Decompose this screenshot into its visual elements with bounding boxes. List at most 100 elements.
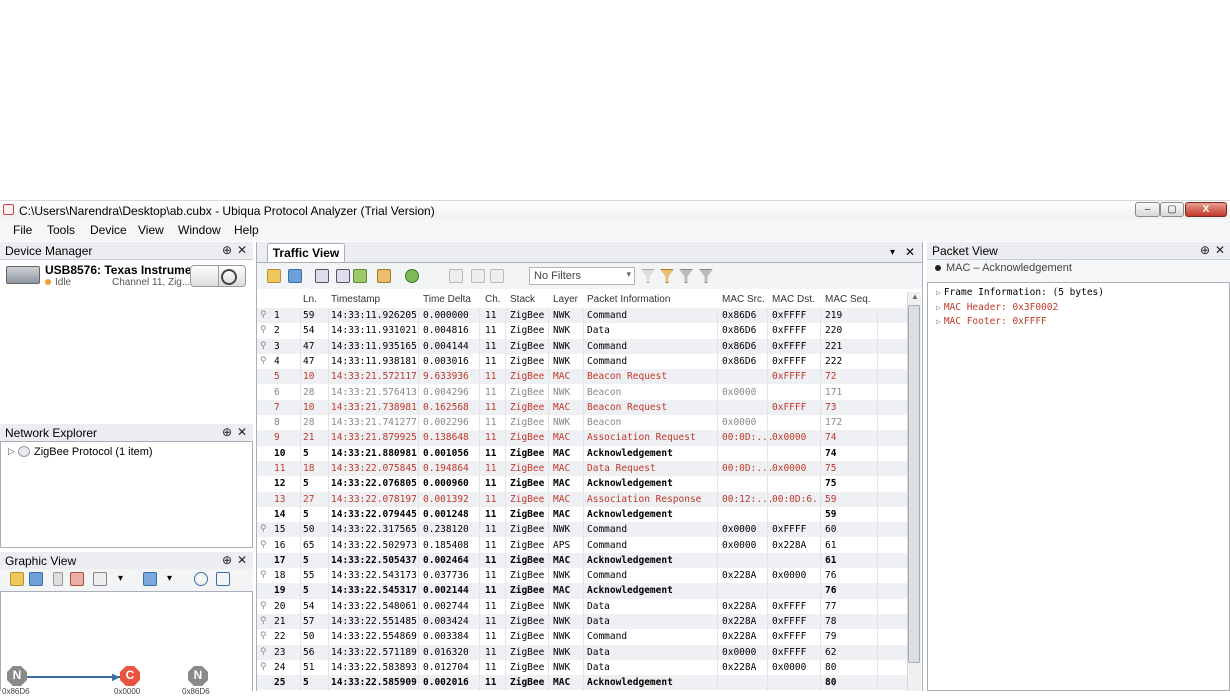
table-row[interactable]: 6 28 14:33:21.576413 0.004296 11 ZigBee NWK Bea… — [257, 385, 907, 400]
table-row[interactable]: 9 21 14:33:21.879925 0.138648 11 ZigBee MAC Ass… — [257, 430, 907, 446]
table-row[interactable]: ⚲ 23 56 14:33:22.571189 0.016320 11 ZigBee NWK D… — [257, 644, 907, 660]
packets-icon[interactable] — [353, 269, 367, 283]
menu-help[interactable]: Help — [234, 223, 259, 237]
filter-edit-icon[interactable] — [679, 269, 693, 283]
table-row[interactable]: 25 5 14:33:22.585909 0.002016 11 ZigBee MAC Ack… — [257, 675, 907, 691]
view-icon[interactable] — [143, 572, 157, 586]
table-row[interactable]: 10 5 14:33:21.880981 0.001056 11 ZigBee MAC Ack… — [257, 446, 907, 461]
table-row[interactable]: 12 5 14:33:22.076805 0.000960 11 ZigBee MAC Ack… — [257, 476, 907, 491]
table-row[interactable]: 11 18 14:33:22.075845 0.194864 11 ZigBee MAC Da… — [257, 461, 907, 477]
table-row[interactable]: 19 5 14:33:22.545317 0.002144 11 ZigBee MAC Ack… — [257, 583, 907, 599]
save-file-icon[interactable] — [288, 269, 302, 283]
cell-stack: ZigBee — [510, 570, 545, 582]
expand-arrow-icon[interactable]: ▷ — [936, 288, 941, 297]
table-row[interactable]: ⚲ 1 59 14:33:11.926205 0.000000 11 ZigBee NWK Co… — [257, 308, 907, 324]
maximize-button[interactable]: ▢ — [1160, 202, 1184, 217]
zoom-in-icon[interactable] — [194, 572, 208, 586]
zoom-out-icon[interactable] — [216, 572, 230, 586]
table-row[interactable]: ⚲ 18 55 14:33:22.543173 0.037736 11 ZigBee NWK C… — [257, 568, 907, 583]
menu-file[interactable]: File — [13, 223, 32, 237]
table-row[interactable]: 8 28 14:33:21.741277 0.002296 11 ZigBee NWK Bea… — [257, 415, 907, 430]
column-timestamp[interactable]: Timestamp — [331, 294, 380, 305]
close-window-button[interactable]: X — [1185, 202, 1227, 217]
copy-icon[interactable] — [449, 269, 463, 283]
filter-select[interactable]: No Filters ▾ — [529, 267, 635, 285]
table-row[interactable]: ⚲ 20 54 14:33:22.548061 0.002744 11 ZigBee NWK D… — [257, 599, 907, 614]
column-mac-src[interactable]: MAC Src. — [722, 294, 765, 305]
expand-arrow-icon[interactable]: ▷ — [936, 303, 941, 312]
cell-ln: 47 — [303, 355, 315, 367]
filter-icon[interactable] — [641, 269, 655, 283]
table-row[interactable]: ⚲ 21 57 14:33:22.551485 0.003424 11 ZigBee NWK D… — [257, 614, 907, 630]
chevron-down-icon[interactable]: ▾ — [167, 573, 172, 584]
pointer-icon[interactable] — [53, 572, 63, 586]
close-icon[interactable]: ✕ — [237, 553, 247, 567]
open-icon[interactable] — [10, 572, 24, 586]
packet-field[interactable]: ▷ Frame Information: (5 bytes) — [936, 287, 1104, 298]
column-packet-info[interactable]: Packet Information — [587, 294, 670, 305]
close-icon[interactable]: ✕ — [1215, 243, 1225, 257]
column-mac-seq[interactable]: MAC Seq. — [825, 294, 871, 305]
cell-ln: 10 — [303, 371, 315, 383]
table-row[interactable]: ⚲ 22 50 14:33:22.554869 0.003384 11 ZigBee NWK C… — [257, 629, 907, 644]
save-icon[interactable] — [29, 572, 43, 586]
device-name[interactable]: USB8576: Texas Instrume... — [45, 263, 202, 277]
export-icon[interactable] — [336, 269, 350, 283]
table-row[interactable]: 13 27 14:33:22.078197 0.001392 11 ZigBee MAC As… — [257, 491, 907, 507]
table-row[interactable]: ⚲ 24 51 14:33:22.583893 0.012704 11 ZigBee NWK D… — [257, 660, 907, 675]
column-stack[interactable]: Stack — [510, 294, 535, 305]
packet-field[interactable]: ▷ MAC Footer: 0xFFFF — [936, 316, 1047, 327]
expand-arrow-icon[interactable]: ▷ — [936, 317, 941, 326]
node-icon[interactable] — [70, 572, 84, 586]
table-row[interactable]: ⚲ 2 54 14:33:11.931021 0.004816 11 ZigBee NWK Da… — [257, 323, 907, 338]
menu-device[interactable]: Device — [90, 223, 127, 237]
column-mac-dst[interactable]: MAC Dst. — [772, 294, 815, 305]
minimize-button[interactable]: ‒ — [1135, 202, 1160, 217]
gear-icon[interactable] — [405, 269, 419, 283]
prev-icon[interactable] — [471, 269, 485, 283]
close-icon[interactable]: ✕ — [905, 245, 915, 259]
column-time-delta[interactable]: Time Delta — [423, 294, 471, 305]
expand-arrow-icon[interactable]: ▷ — [8, 446, 15, 457]
tools-icon[interactable] — [377, 269, 391, 283]
table-row[interactable]: ⚲ 4 47 14:33:11.938181 0.003016 11 ZigBee NWK Co… — [257, 354, 907, 369]
layout-icon[interactable] — [93, 572, 107, 586]
pin-icon[interactable]: ⊕ — [222, 553, 232, 567]
capture-settings-icon[interactable] — [315, 269, 329, 283]
tree-item-zigbee[interactable]: ZigBee Protocol (1 item) — [34, 446, 153, 458]
close-icon[interactable]: ✕ — [237, 425, 247, 439]
pin-icon[interactable]: ⊕ — [222, 243, 232, 257]
scrollbar-thumb[interactable] — [908, 305, 920, 663]
close-icon[interactable]: ✕ — [237, 243, 247, 257]
table-row[interactable]: ⚲ 16 65 14:33:22.502973 0.185408 11 ZigBee APS C… — [257, 538, 907, 553]
menu-window[interactable]: Window — [178, 223, 221, 237]
cell-packet-info: Data — [587, 646, 610, 658]
column-channel[interactable]: Ch. — [485, 294, 501, 305]
chevron-down-icon[interactable]: ▾ — [118, 573, 123, 584]
table-row[interactable]: 17 5 14:33:22.505437 0.002464 11 ZigBee MAC Ack… — [257, 552, 907, 569]
next-icon[interactable] — [490, 269, 504, 283]
scroll-up-icon[interactable]: ▲ — [911, 292, 919, 301]
menu-view[interactable]: View — [138, 223, 164, 237]
pin-icon[interactable]: ⊕ — [1200, 243, 1210, 257]
filter-clear-icon[interactable] — [699, 269, 713, 283]
network-node[interactable]: N — [188, 666, 208, 686]
column-ln[interactable]: Ln. — [303, 294, 317, 305]
table-row[interactable]: 14 5 14:33:22.079445 0.001248 11 ZigBee MAC Ack… — [257, 507, 907, 522]
network-node[interactable]: N — [7, 666, 27, 686]
open-file-icon[interactable] — [267, 269, 281, 283]
filter-add-icon[interactable] — [660, 269, 674, 283]
cell-ln: 5 — [303, 554, 309, 566]
pin-icon[interactable]: ⊕ — [222, 425, 232, 439]
capture-toggle-button[interactable] — [190, 265, 246, 287]
table-row[interactable]: ⚲ 15 50 14:33:22.317565 0.238120 11 ZigBee NWK C… — [257, 522, 907, 538]
chevron-down-icon[interactable]: ▾ — [890, 247, 895, 258]
table-row[interactable]: 7 10 14:33:21.738981 0.162568 11 ZigBee MAC Bea… — [257, 399, 907, 416]
tab-traffic-view[interactable]: Traffic View — [267, 243, 345, 262]
packet-field[interactable]: ▷ MAC Header: 0x3F0002 — [936, 302, 1058, 313]
column-layer[interactable]: Layer — [553, 294, 578, 305]
table-row[interactable]: ⚲ 3 47 14:33:11.935165 0.004144 11 ZigBee NWK Co… — [257, 338, 907, 354]
menu-tools[interactable]: Tools — [47, 223, 75, 237]
table-row[interactable]: 5 10 14:33:21.572117 9.633936 11 ZigBee MAC Bea… — [257, 369, 907, 385]
coordinator-node[interactable]: C — [120, 666, 140, 686]
